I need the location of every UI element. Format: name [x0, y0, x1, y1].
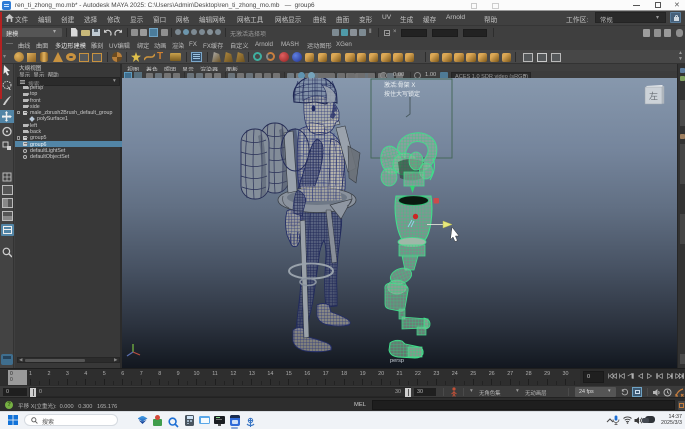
svg-text:按住大写锁定: 按住大写锁定: [384, 90, 420, 98]
svg-text:左: 左: [649, 91, 658, 102]
svg-text:激活:骨架 X: 激活:骨架 X: [384, 81, 415, 89]
svg-text:persp: persp: [390, 358, 404, 364]
